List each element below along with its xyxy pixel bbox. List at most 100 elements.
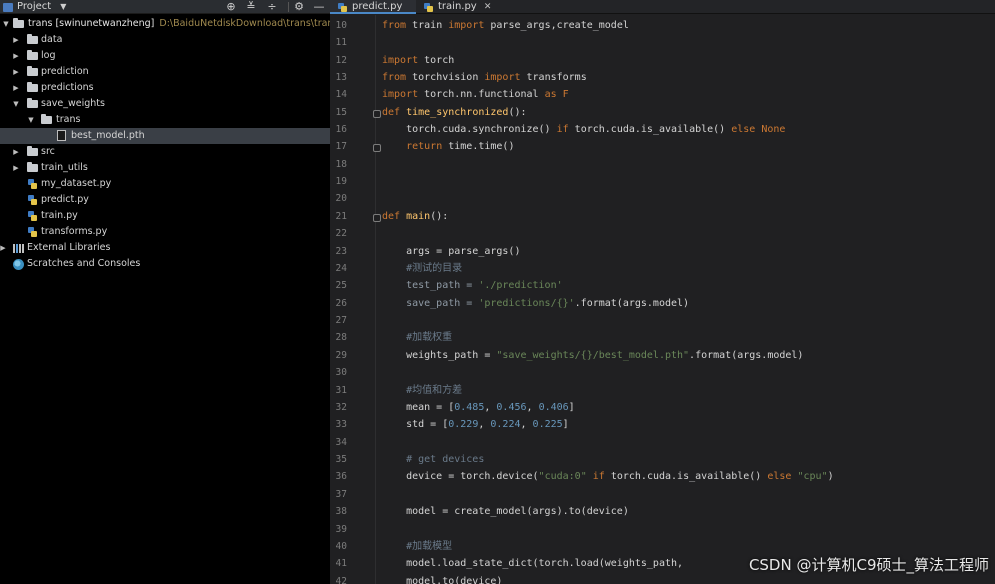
line-number: 42 [335,576,347,584]
project-view-selector[interactable]: Project ▼ [3,0,66,14]
line-number: 18 [335,159,347,170]
code-line: args = parse_args() [382,243,520,260]
chevron-right-icon[interactable]: ▶ [11,32,21,48]
code-token: def [382,211,401,222]
minimize-icon[interactable]: — [312,0,326,14]
chevron-down-icon[interactable]: ▼ [11,96,21,112]
tree-item-label: log [41,50,56,61]
tree-item-predict[interactable]: predict.py [0,192,330,208]
code-comment: #均值和方差 [382,385,463,396]
code-token: from [382,20,407,31]
chevron-right-icon[interactable]: ▶ [11,64,21,80]
tree-item-data[interactable]: ▶ data [0,32,330,48]
tab-predict[interactable]: predict.py ✕ [330,0,416,26]
file-icon [57,130,66,141]
code-token: ] [568,402,575,413]
code-token: model.load_state_dict(torch.load(weights… [382,558,684,569]
code-token: torchvision [406,72,485,83]
tree-item-transforms[interactable]: transforms.py [0,224,330,240]
tree-item-train-utils[interactable]: ▶ train_utils [0,160,330,176]
folder-icon [27,98,38,108]
code-string: "save_weights/{}/best_model.pth" [496,350,690,361]
fold-marker-icon[interactable] [373,144,381,152]
code-comment: #测试的目录 [382,263,463,274]
close-icon[interactable]: ✕ [484,2,492,12]
python-file-icon [338,3,347,12]
tab-train[interactable]: train.py ✕ [416,0,492,14]
code-line: return time.time() [382,138,514,155]
editor-tab-bar: predict.py ✕ train.py ✕ [330,0,995,26]
code-comment: #加载模型 [382,541,453,552]
line-number: 11 [335,37,347,48]
line-number: 38 [335,506,347,517]
code-token: , [484,402,497,413]
code-comment: # get devices [382,454,485,465]
code-line: import torch.nn.functional as F [382,86,569,103]
chevron-right-icon[interactable]: ▶ [11,80,21,96]
code-token: torch.cuda.is_available() [568,124,732,135]
code-line: device = torch.device("cuda:0" if torch.… [382,468,834,485]
tree-item-label: best_model.pth [71,130,145,141]
tree-item-trans-root[interactable]: ▼ trans [swinunetwanzheng] D:\BaiduNetdis… [0,16,330,32]
expand-icon[interactable]: ÷ [265,0,279,14]
code-token: , [526,402,539,413]
code-token: .format(args.model) [574,298,690,309]
line-number: 22 [335,228,347,239]
line-number: 36 [335,471,347,482]
tree-item-train[interactable]: train.py [0,208,330,224]
chevron-right-icon[interactable]: ▶ [11,160,21,176]
code-line: weights_path = "save_weights/{}/best_mod… [382,347,803,364]
tree-item-best-model[interactable]: best_model.pth [0,128,330,144]
line-number: 29 [335,350,347,361]
tree-item-label: trans [56,114,81,125]
line-number: 31 [335,385,347,396]
fold-marker-icon[interactable] [373,214,381,222]
tree-item-label: Scratches and Consoles [27,258,141,269]
code-token: F [556,89,569,100]
folder-icon [27,146,38,156]
line-number: 17 [335,141,347,152]
fold-marker-icon[interactable] [373,110,381,118]
line-number: 32 [335,402,347,413]
code-line: model = create_model(args).to(device) [382,503,629,520]
code-line: model.load_state_dict(torch.load(weights… [382,555,683,572]
code-number: 0.225 [532,419,563,430]
tree-item-scratches[interactable]: Scratches and Consoles [0,256,330,272]
code-editor: predict.py ✕ train.py ✕ 10 11 12 13 14 1… [330,0,995,584]
chevron-down-icon[interactable]: ▼ [26,112,36,128]
folder-icon [27,82,38,92]
code-token: transforms [520,72,587,83]
code-token: model = create_model(args).to(device) [382,506,629,517]
code-token: device = torch.device( [382,471,539,482]
tree-item-label: train_utils [41,162,88,173]
code-string: "cuda:0" [538,471,587,482]
tree-item-label: save_weights [41,98,105,109]
code-string: "cpu" [797,471,828,482]
python-file-icon [28,227,37,237]
code-comment: #加载权重 [382,332,453,343]
chevron-right-icon[interactable]: ▶ [0,240,8,256]
line-number: 10 [335,20,347,31]
tree-item-my-dataset[interactable]: my_dataset.py [0,176,330,192]
code-line: def main(): [382,208,448,225]
collapse-all-icon[interactable]: ≚ [244,0,258,14]
tree-item-label: src [41,146,55,157]
tree-item-external-libraries[interactable]: ▶ External Libraries [0,240,330,256]
tree-item-src[interactable]: ▶ src [0,144,330,160]
chevron-down-icon[interactable]: ▼ [1,16,11,32]
tree-item-predictions[interactable]: ▶ predictions [0,80,330,96]
tree-item-trans[interactable]: ▼ trans [0,112,330,128]
chevron-right-icon[interactable]: ▶ [11,144,21,160]
code-token: else [731,124,756,135]
tree-item-save-weights[interactable]: ▼ save_weights [0,96,330,112]
target-icon[interactable]: ⊕ [224,0,238,14]
code-string: './prediction' [478,280,563,291]
line-number: 41 [335,558,347,569]
tree-item-log[interactable]: ▶ log [0,48,330,64]
tree-item-prediction[interactable]: ▶ prediction [0,64,330,80]
chevron-down-icon[interactable]: ▼ [60,0,66,14]
gear-icon[interactable]: ⚙ [292,0,306,14]
chevron-right-icon[interactable]: ▶ [11,48,21,64]
tab-label: predict.py [352,1,403,12]
code-token: torch.cuda.synchronize() [382,124,557,135]
